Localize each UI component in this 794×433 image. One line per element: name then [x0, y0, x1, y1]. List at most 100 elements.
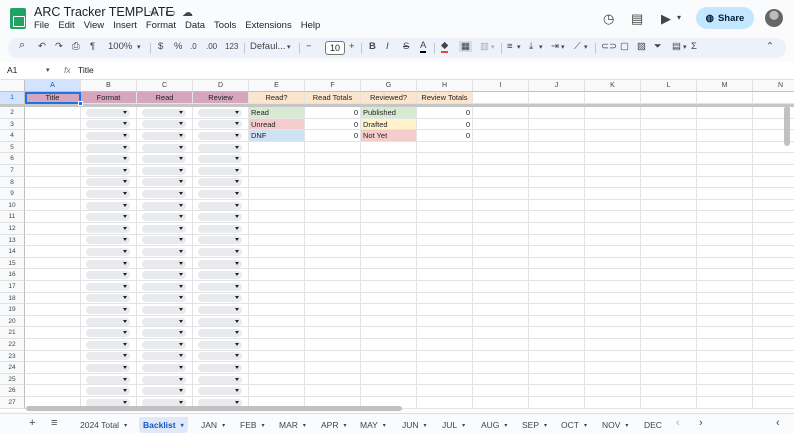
sheet-tab-oct[interactable]: OCT ▾ [557, 417, 591, 433]
dropdown-chip[interactable] [198, 155, 242, 164]
grid-cell[interactable] [25, 327, 81, 339]
grid-cell[interactable] [25, 153, 81, 165]
grid-cell[interactable] [25, 269, 81, 281]
grid-cell[interactable] [249, 199, 305, 212]
dropdown-chip[interactable] [198, 340, 242, 349]
dropdown-chip[interactable] [142, 248, 186, 256]
grid-cell[interactable] [697, 373, 753, 386]
grid-cell[interactable] [753, 223, 794, 235]
grid-cell[interactable] [585, 385, 641, 397]
merge-cells-icon[interactable]: ▥ [480, 41, 489, 52]
grid-cell[interactable] [641, 385, 697, 397]
column-header-m[interactable]: M [697, 80, 753, 92]
grid-cell[interactable] [361, 315, 417, 328]
dropdown-chip[interactable] [142, 259, 186, 268]
grid-cell[interactable] [529, 292, 585, 305]
menu-help[interactable]: Help [301, 20, 321, 31]
dropdown-chip[interactable] [198, 375, 242, 384]
grid-cell[interactable] [585, 130, 641, 142]
grid-cell[interactable] [417, 165, 473, 177]
dropdown-chip[interactable] [198, 364, 242, 372]
grid-cell[interactable] [641, 246, 697, 258]
dropdown-chip[interactable] [198, 166, 242, 175]
grid-cell[interactable] [697, 211, 753, 223]
review-status-label[interactable]: Drafted [361, 118, 417, 131]
grid-cell[interactable] [361, 292, 417, 305]
grid-cell[interactable] [697, 269, 753, 281]
dropdown-chip[interactable] [142, 120, 186, 129]
grid-cell[interactable] [585, 350, 641, 363]
grid-cell[interactable] [473, 223, 529, 235]
grid-cell[interactable] [585, 92, 641, 104]
grid-cell[interactable] [697, 350, 753, 363]
row-header-13[interactable]: 13 [0, 234, 25, 247]
menu-format[interactable]: Format [146, 20, 176, 31]
dropdown-chip[interactable] [86, 178, 130, 187]
grid-cell[interactable] [25, 176, 81, 189]
dropdown-chip[interactable] [86, 375, 130, 384]
grid-cell[interactable] [25, 350, 81, 363]
header-cell-read-totals[interactable]: Read Totals [305, 92, 361, 104]
grid-cell[interactable] [305, 141, 361, 154]
dropdown-chip[interactable] [142, 224, 186, 233]
grid-cell[interactable] [305, 211, 361, 223]
meet-video-icon[interactable]: ▶ [661, 11, 671, 27]
grid-cell[interactable] [305, 327, 361, 339]
grid-cell[interactable] [697, 362, 753, 374]
grid-cell[interactable] [417, 246, 473, 258]
grid-cell[interactable] [697, 234, 753, 247]
grid-cell[interactable] [473, 199, 529, 212]
grid-cell[interactable] [753, 211, 794, 223]
grid-cell[interactable] [25, 246, 81, 258]
row-header-16[interactable]: 16 [0, 269, 25, 281]
grid-cell[interactable] [641, 304, 697, 316]
grid-cell[interactable] [585, 176, 641, 189]
grid-cell[interactable] [25, 315, 81, 328]
grid-cell[interactable] [361, 176, 417, 189]
grid-cell[interactable] [361, 281, 417, 293]
grid-cell[interactable] [529, 199, 585, 212]
dropdown-chip[interactable] [86, 340, 130, 349]
scroll-tabs-right-icon[interactable]: › [699, 417, 703, 429]
insert-comment-icon[interactable]: ▢ [620, 41, 629, 52]
grid-cell[interactable] [25, 292, 81, 305]
grid-cell[interactable] [473, 107, 529, 119]
cloud-status-icon[interactable]: ☁ [182, 6, 193, 19]
sheet-tab-nov[interactable]: NOV ▾ [598, 417, 632, 433]
dropdown-chip[interactable] [142, 317, 186, 326]
sheet-tab-chevron-down-icon[interactable]: ▾ [181, 422, 184, 429]
grid-cell[interactable] [249, 315, 305, 328]
dropdown-chip[interactable] [198, 259, 242, 268]
grid-cell[interactable] [361, 246, 417, 258]
formula-input[interactable]: Title [78, 65, 94, 75]
menu-edit[interactable]: Edit [58, 20, 74, 31]
grid-cell[interactable] [25, 107, 81, 119]
row-header-14[interactable]: 14 [0, 246, 25, 258]
horizontal-scrollbar[interactable] [26, 406, 402, 411]
row-header-11[interactable]: 11 [0, 211, 25, 223]
dropdown-chip[interactable] [86, 317, 130, 326]
bold-button[interactable]: B [369, 41, 376, 52]
dropdown-chip[interactable] [86, 155, 130, 164]
dropdown-chip[interactable] [142, 166, 186, 175]
grid-cell[interactable] [585, 223, 641, 235]
percent-format-button[interactable]: % [174, 41, 182, 52]
dropdown-chip[interactable] [86, 166, 130, 175]
grid-cell[interactable] [529, 153, 585, 165]
grid-cell[interactable] [25, 130, 81, 142]
grid-cell[interactable] [473, 327, 529, 339]
sheet-tab-chevron-down-icon[interactable]: ▾ [584, 422, 587, 429]
dropdown-chip[interactable] [86, 143, 130, 152]
star-icon[interactable]: ☆ [148, 6, 158, 19]
fill-handle[interactable] [78, 101, 83, 106]
dropdown-chip[interactable] [142, 306, 186, 314]
dropdown-chip[interactable] [142, 294, 186, 303]
grid-cell[interactable] [249, 257, 305, 270]
row-header-2[interactable]: 2 [0, 107, 25, 119]
paint-format-icon[interactable]: ¶ [90, 41, 95, 52]
dropdown-chip[interactable] [142, 364, 186, 372]
rotation-chevron-down-icon[interactable]: ▾ [584, 43, 588, 51]
grid-cell[interactable] [529, 165, 585, 177]
row-header-23[interactable]: 23 [0, 350, 25, 363]
grid-cell[interactable] [697, 92, 753, 104]
